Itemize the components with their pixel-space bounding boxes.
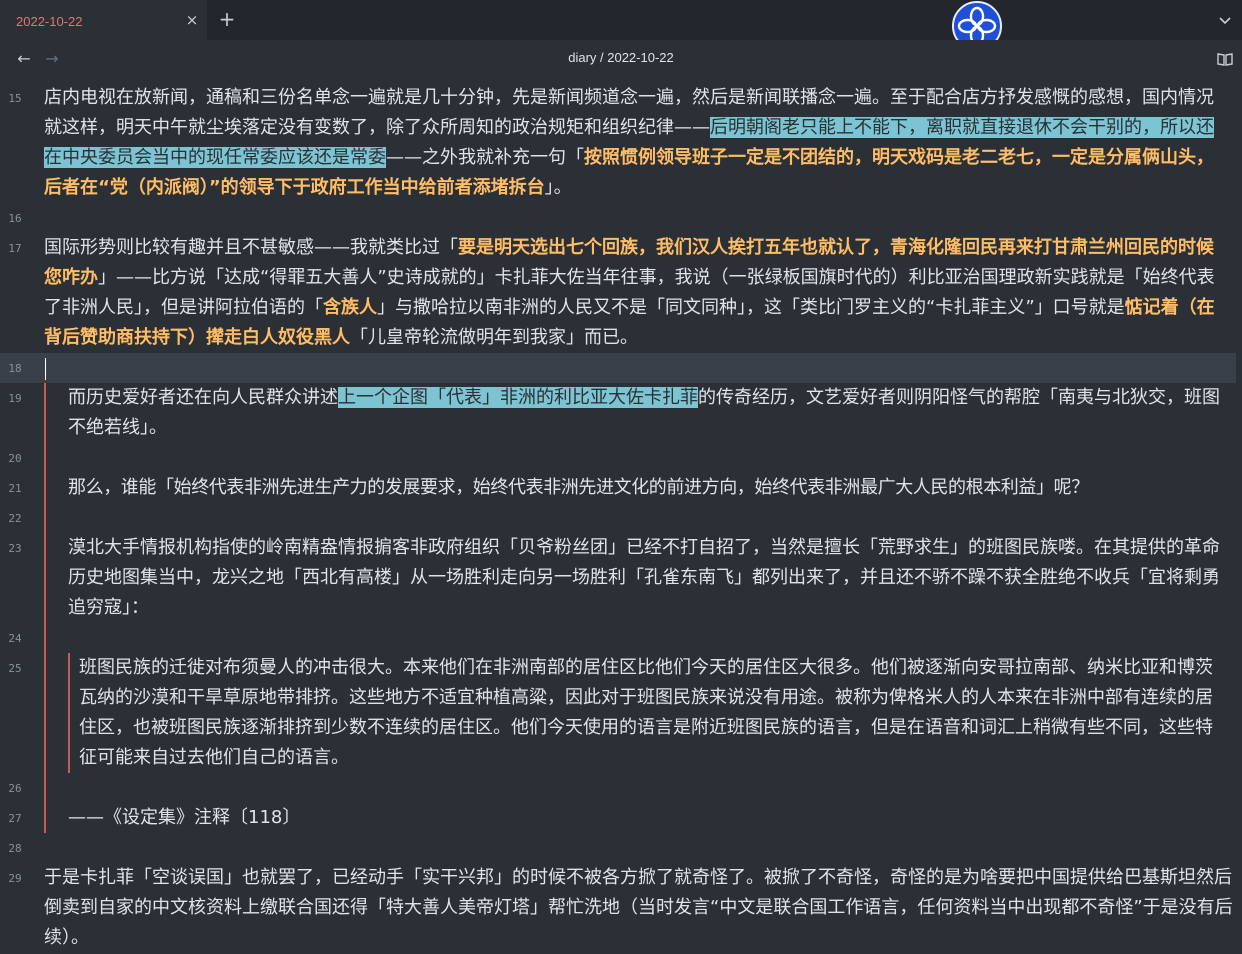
paragraph[interactable]: 店内电视在放新闻，通稿和三份名单念一遍就是几十分钟，先是新闻频道念一遍，然后是新…: [44, 83, 1228, 203]
chevron-down-icon[interactable]: [1216, 12, 1234, 30]
tab-diary[interactable]: 2022-10-22 ×: [0, 0, 207, 40]
nested-blockquote-bar: [68, 653, 70, 773]
line-number: 18: [8, 362, 22, 375]
line-number: 27: [8, 812, 22, 825]
line-number: 28: [8, 842, 22, 855]
line-number: 22: [8, 512, 22, 525]
line-number: 26: [8, 782, 22, 795]
nested-blockquote-paragraph[interactable]: 班图民族的迁徙对布须曼人的冲击很大。本来他们在非洲南部的居住区比他们今天的居住区…: [79, 653, 1224, 773]
line-number: 24: [8, 632, 22, 645]
new-tab-icon[interactable]: +: [218, 9, 236, 29]
line-number: 23: [8, 542, 22, 555]
line-number: 19: [8, 392, 22, 405]
bold-text: 含族人: [323, 297, 377, 318]
line-number: 25: [8, 662, 22, 675]
editor[interactable]: 15 店内电视在放新闻，通稿和三份名单念一遍就是几十分钟，先是新闻频道念一遍，然…: [0, 76, 1242, 954]
blockquote-bar: [44, 383, 46, 833]
line-number: 20: [8, 452, 22, 465]
line-number: 16: [8, 212, 22, 225]
paragraph[interactable]: 于是卡扎菲「空谈误国」也就罢了，已经动手「实干兴邦」的时候不被各方掀了就奇怪了。…: [44, 863, 1234, 953]
line-number: 21: [8, 482, 22, 495]
active-line-highlight: [0, 353, 1236, 383]
blockquote-paragraph[interactable]: 漠北大手情报机构指使的岭南精盎情报掮客非政府组织「贝爷粉丝团」已经不打自招了，当…: [68, 533, 1228, 623]
tab-bar: 2022-10-22 × +: [0, 0, 1242, 51]
line-number: 15: [8, 92, 22, 105]
line-number: 29: [8, 872, 22, 885]
blockquote-paragraph[interactable]: 而历史爱好者还在向人民群众讲述上一个企图「代表」非洲的利比亚大佐卡扎菲的传奇经历…: [68, 383, 1228, 443]
text-cursor: [45, 358, 46, 380]
blockquote-citation[interactable]: ——《设定集》注释〔118〕: [68, 803, 1228, 833]
highlighted-text: 上一个企图「代表」非洲的利比亚大佐卡扎菲: [338, 387, 698, 408]
paragraph[interactable]: 国际形势则比较有趣并且不甚敏感——我就类比过「要是明天选出七个回族，我们汉人挨打…: [44, 233, 1228, 353]
breadcrumb[interactable]: diary / 2022-10-22: [0, 50, 1242, 65]
book-open-icon[interactable]: [1216, 50, 1234, 68]
close-icon[interactable]: ×: [183, 11, 201, 29]
view-header: ← → diary / 2022-10-22: [0, 40, 1242, 76]
blockquote-paragraph[interactable]: 那么，谁能「始终代表非洲先进生产力的发展要求，始终代表非洲先进文化的前进方向，始…: [68, 473, 1233, 503]
line-number: 17: [8, 242, 22, 255]
tab-title[interactable]: 2022-10-22: [16, 14, 83, 29]
